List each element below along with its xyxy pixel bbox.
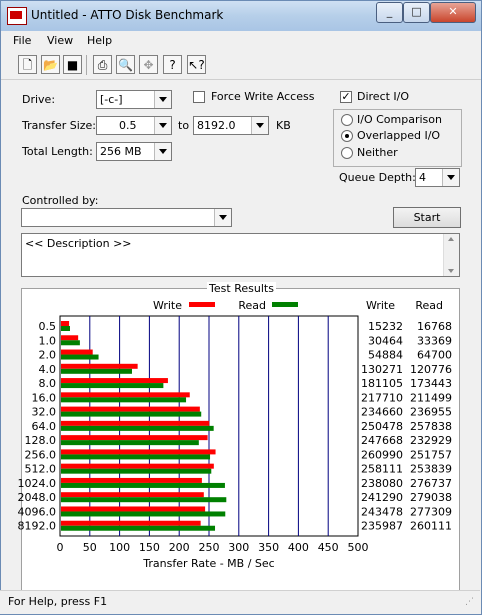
atto-app-icon [7, 7, 27, 25]
description-scrollbar[interactable] [443, 234, 459, 276]
chevron-down-icon[interactable] [442, 169, 459, 186]
force-write-checkbox[interactable] [193, 91, 205, 103]
start-button[interactable]: Start [393, 207, 461, 228]
minimize-button[interactable]: _ [376, 2, 403, 23]
menu-view[interactable]: View [47, 34, 73, 47]
chevron-down-icon[interactable] [251, 117, 268, 134]
transfer-to-select[interactable]: 8192.0 [193, 116, 269, 135]
status-text: For Help, press F1 [8, 595, 108, 608]
test-results-title: Test Results [207, 282, 276, 295]
overlapped-io-radio[interactable] [341, 130, 353, 142]
io-comparison-radio[interactable] [341, 114, 353, 126]
test-results-panel: Test Results [21, 282, 460, 593]
transfer-from-select[interactable]: 0.5 [96, 116, 172, 135]
test-results-title-wrap: Test Results [22, 282, 461, 295]
description-text: << Description >> [25, 237, 132, 250]
chevron-down-icon[interactable] [154, 117, 171, 134]
controlled-by-label: Controlled by: [22, 194, 99, 207]
print-preview-icon[interactable]: 🔍 [116, 55, 135, 74]
scroll-up-icon[interactable] [448, 237, 454, 241]
direct-io-label: Direct I/O [357, 90, 410, 103]
overlapped-io-label: Overlapped I/O [357, 129, 441, 142]
save-icon[interactable]: ■ [63, 55, 82, 74]
menu-help[interactable]: Help [87, 34, 112, 47]
transfer-to-value: 8192.0 [197, 119, 236, 132]
menu-bar: File View Help [1, 31, 481, 51]
total-length-label: Total Length: [22, 145, 93, 158]
queue-depth-label: Queue Depth: [339, 171, 416, 184]
new-icon[interactable]: 🗋 [18, 55, 37, 74]
print-icon[interactable]: ⎙ [93, 55, 112, 74]
neither-radio[interactable] [341, 147, 353, 159]
toolbar-separator [86, 55, 89, 75]
io-comparison-label: I/O Comparison [357, 113, 442, 126]
close-button[interactable]: ✕ [430, 2, 476, 23]
open-icon[interactable]: 📂 [41, 55, 60, 74]
kb-label: KB [276, 119, 291, 132]
maximize-button[interactable]: □ [403, 2, 430, 23]
move-icon[interactable]: ✥ [139, 55, 158, 74]
toolbar: 🗋 📂 ■ ⎙ 🔍 ✥ ? ↖? [1, 51, 481, 80]
transfer-size-label: Transfer Size: [22, 119, 97, 132]
drive-select[interactable]: [-c-] [96, 90, 172, 109]
queue-depth-value: 4 [419, 171, 426, 184]
context-help-icon[interactable]: ↖? [187, 55, 206, 74]
total-length-value: 256 MB [100, 145, 142, 158]
chevron-down-icon[interactable] [154, 91, 171, 108]
menu-file[interactable]: File [13, 34, 31, 47]
queue-depth-select[interactable]: 4 [415, 168, 460, 187]
help-icon[interactable]: ? [163, 55, 182, 74]
force-write-label: Force Write Access [211, 90, 315, 103]
drive-label: Drive: [22, 93, 56, 106]
neither-label: Neither [357, 146, 398, 159]
total-length-select[interactable]: 256 MB [96, 142, 172, 161]
window-title: Untitled - ATTO Disk Benchmark [31, 8, 224, 22]
controlled-by-select[interactable] [21, 208, 232, 227]
chevron-down-icon[interactable] [154, 143, 171, 160]
to-label: to [178, 119, 190, 132]
scroll-down-icon[interactable] [448, 269, 454, 273]
resize-grip-icon[interactable]: ⋰ [465, 597, 474, 607]
drive-value: [-c-] [100, 93, 123, 106]
status-bar: For Help, press F1 ⋰ [0, 590, 480, 614]
transfer-from-value: 0.5 [119, 119, 137, 132]
title-bar[interactable]: Untitled - ATTO Disk Benchmark _ □ ✕ [1, 1, 481, 31]
chevron-down-icon[interactable] [214, 209, 231, 226]
direct-io-checkbox[interactable]: ✓ [340, 91, 352, 103]
description-box[interactable]: << Description >> [21, 233, 460, 277]
